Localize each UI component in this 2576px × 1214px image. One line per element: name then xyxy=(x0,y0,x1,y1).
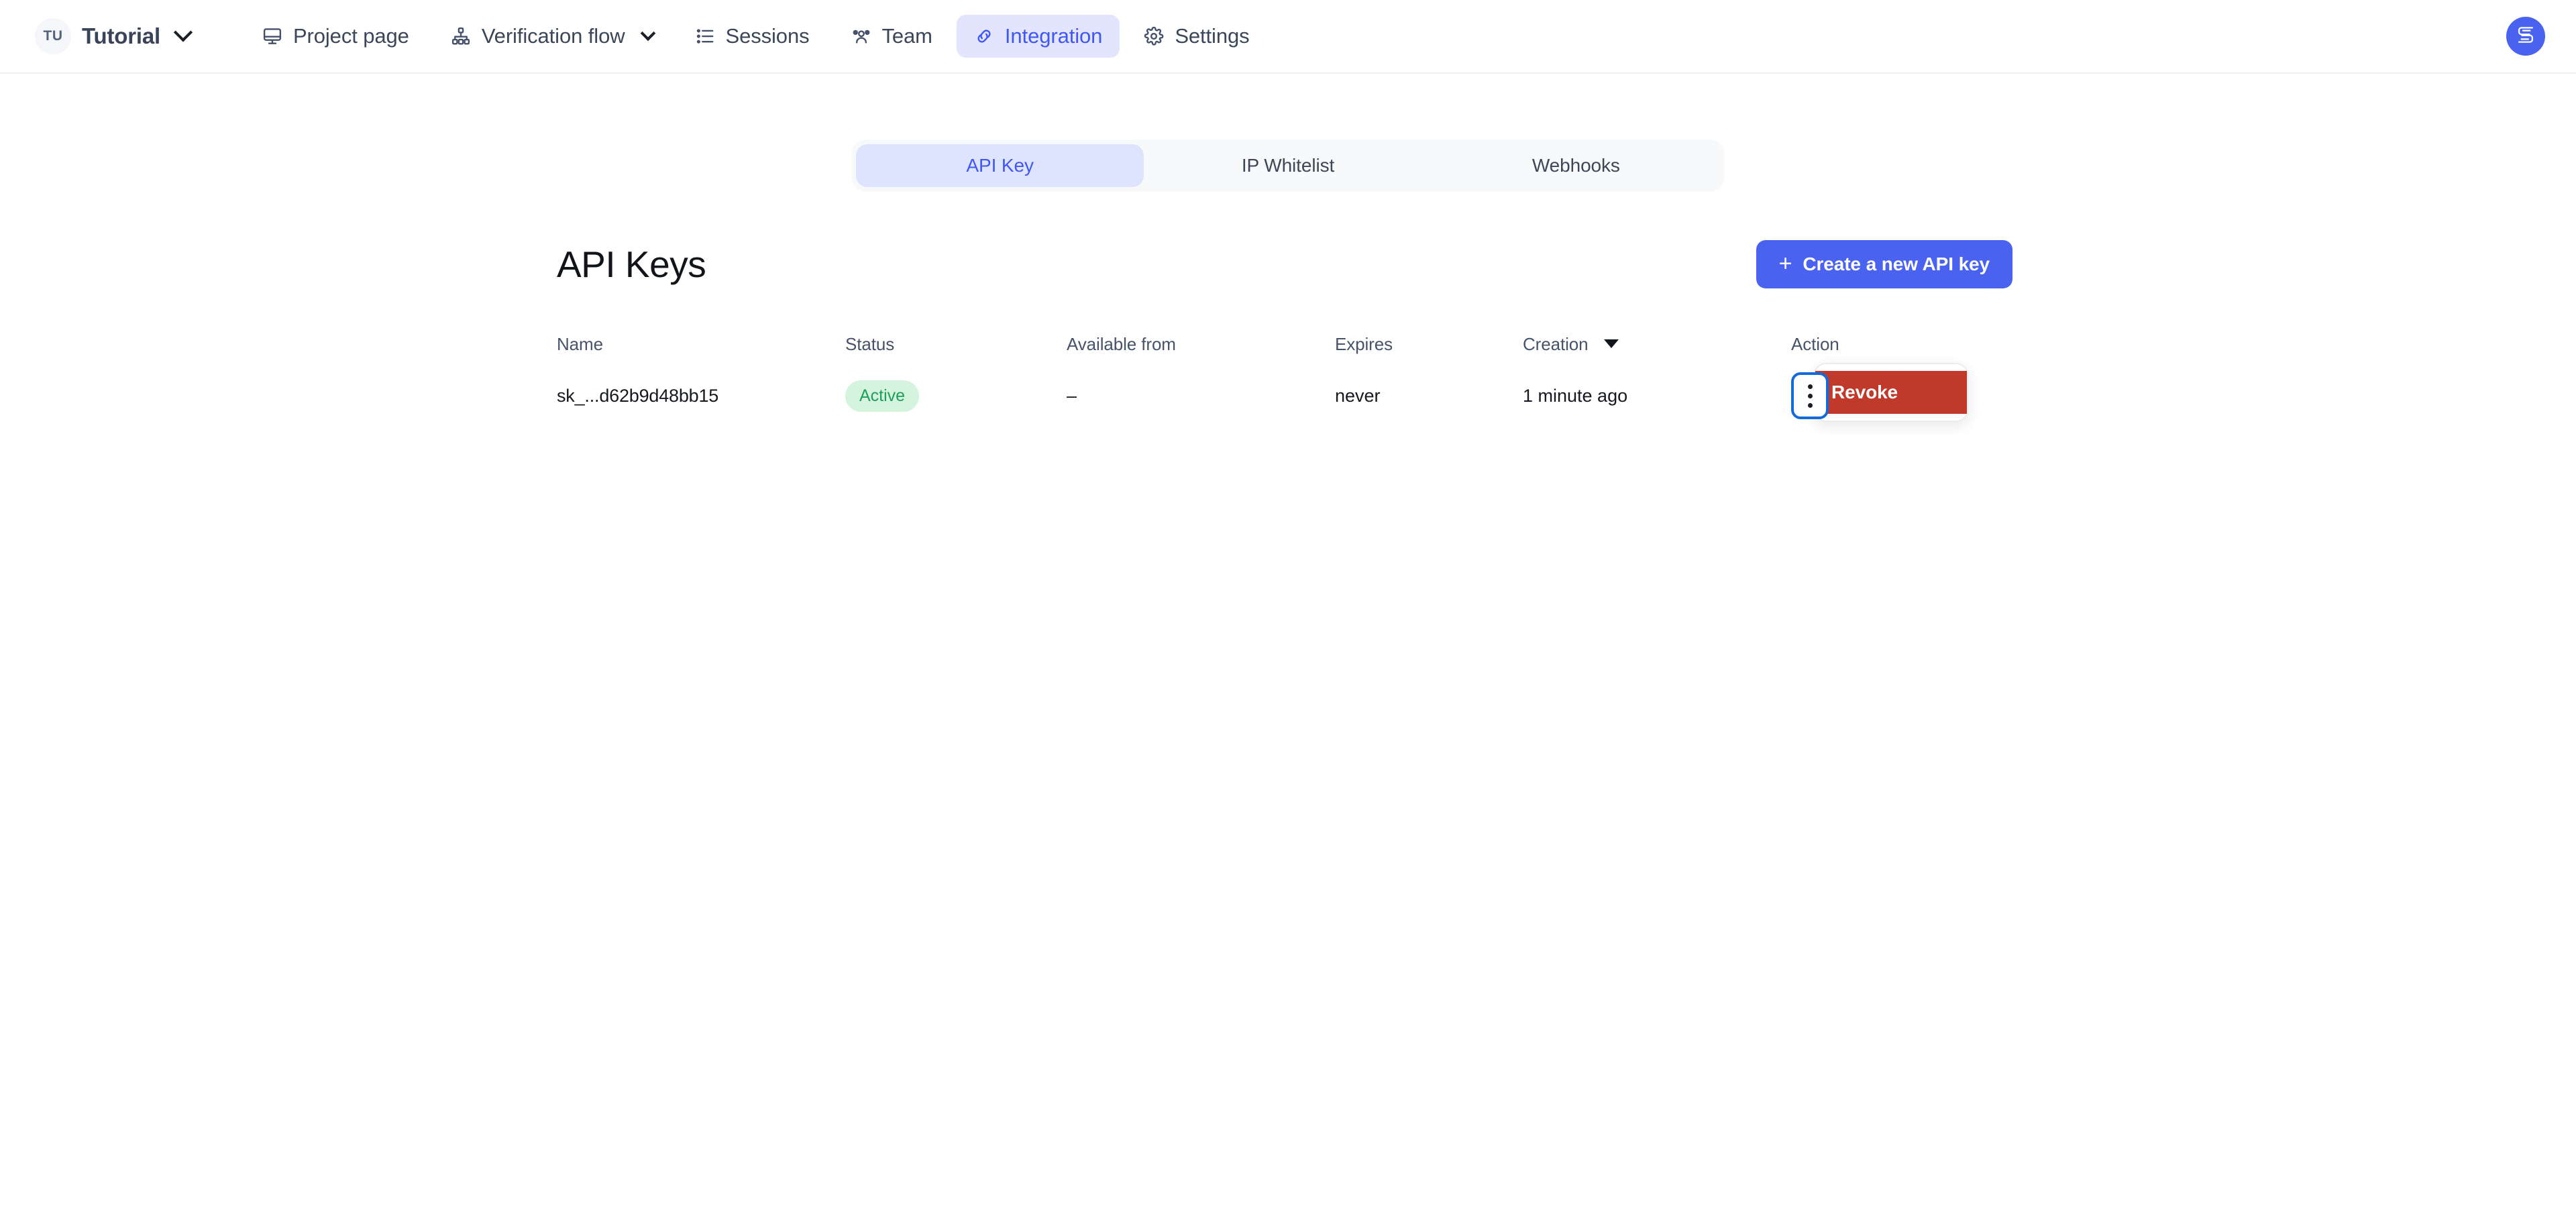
nav-items: Project page Verification flow Sessions xyxy=(245,15,1267,58)
content-header: API Keys + Create a new API key xyxy=(550,240,2026,288)
tab-ip-whitelist[interactable]: IP Whitelist xyxy=(1144,144,1432,187)
top-navigation-bar: TU Tutorial Project page Verification fl… xyxy=(0,0,2576,74)
cell-action: Revoke xyxy=(1784,363,2026,427)
nav-item-label: Project page xyxy=(292,24,409,48)
sort-descending-icon[interactable] xyxy=(1603,339,1619,349)
segmented-control: API Key IP Whitelist Webhooks xyxy=(851,140,1725,192)
column-header-status[interactable]: Status xyxy=(839,323,1060,365)
main-content: API Keys + Create a new API key Name Sta… xyxy=(550,192,2026,427)
action-wrapper: Revoke xyxy=(1791,363,1968,422)
table-header-row: Name Status Available from Expires Creat… xyxy=(550,323,2026,365)
more-vertical-icon[interactable] xyxy=(1791,372,1829,419)
column-header-action: Action xyxy=(1791,333,1839,354)
cell-creation: 1 minute ago xyxy=(1523,385,1628,406)
link-icon xyxy=(974,26,994,46)
workspace-avatar: TU xyxy=(35,18,71,54)
users-icon xyxy=(851,26,871,46)
chevron-down-icon xyxy=(173,23,193,42)
create-api-key-button[interactable]: + Create a new API key xyxy=(1756,240,2012,288)
menu-item-revoke[interactable]: Revoke xyxy=(1815,371,1967,414)
nav-item-team[interactable]: Team xyxy=(834,15,950,58)
s-logo-icon xyxy=(2514,23,2537,50)
nav-item-label: Sessions xyxy=(725,24,810,48)
api-keys-table: Name Status Available from Expires Creat… xyxy=(550,323,2026,427)
nav-item-label: Verification flow xyxy=(481,24,625,48)
create-api-key-label: Create a new API key xyxy=(1803,254,1990,274)
workspace-switcher[interactable]: TU Tutorial xyxy=(31,14,197,58)
column-header-name[interactable]: Name xyxy=(550,323,839,365)
table-row: sk_...d62b9d48bb15 Active – never 1 minu… xyxy=(550,363,2026,427)
page-title: API Keys xyxy=(557,243,706,285)
nav-item-label: Integration xyxy=(1004,24,1103,48)
sitemap-icon xyxy=(451,26,471,46)
column-header-creation[interactable]: Creation xyxy=(1516,323,1784,365)
dot xyxy=(1807,393,1813,398)
cell-key-name: sk_...d62b9d48bb15 xyxy=(557,385,719,406)
user-avatar[interactable] xyxy=(2506,17,2545,56)
nav-item-integration[interactable]: Integration xyxy=(956,15,1120,58)
gear-icon xyxy=(1144,26,1164,46)
dot xyxy=(1807,384,1813,389)
column-header-available-from[interactable]: Available from xyxy=(1060,323,1328,365)
nav-item-label: Settings xyxy=(1175,24,1250,48)
tab-webhooks[interactable]: Webhooks xyxy=(1432,144,1720,187)
nav-item-verification-flow[interactable]: Verification flow xyxy=(433,15,671,58)
nav-item-project-page[interactable]: Project page xyxy=(245,15,427,58)
nav-item-label: Team xyxy=(881,24,933,48)
action-dropdown-menu: Revoke xyxy=(1814,363,1968,422)
nav-item-sessions[interactable]: Sessions xyxy=(678,15,827,58)
monitor-icon xyxy=(262,26,282,46)
dot xyxy=(1807,402,1813,408)
cell-status: Active xyxy=(839,365,1060,427)
status-badge: Active xyxy=(845,380,920,412)
list-icon xyxy=(695,26,715,46)
column-header-expires[interactable]: Expires xyxy=(1328,323,1516,365)
tabs-container: API Key IP Whitelist Webhooks xyxy=(0,140,2576,192)
table-header: Name Status Available from Expires Creat… xyxy=(550,323,2026,365)
workspace-name: Tutorial xyxy=(82,23,160,48)
nav-item-settings[interactable]: Settings xyxy=(1126,15,1267,58)
chevron-down-icon xyxy=(640,25,655,42)
cell-available-from: – xyxy=(1067,385,1077,406)
plus-icon: + xyxy=(1778,250,1792,276)
column-header-creation-label: Creation xyxy=(1523,333,1589,354)
cell-expires: never xyxy=(1335,385,1381,406)
tab-api-key[interactable]: API Key xyxy=(856,144,1144,187)
table-body: sk_...d62b9d48bb15 Active – never 1 minu… xyxy=(550,363,2026,427)
